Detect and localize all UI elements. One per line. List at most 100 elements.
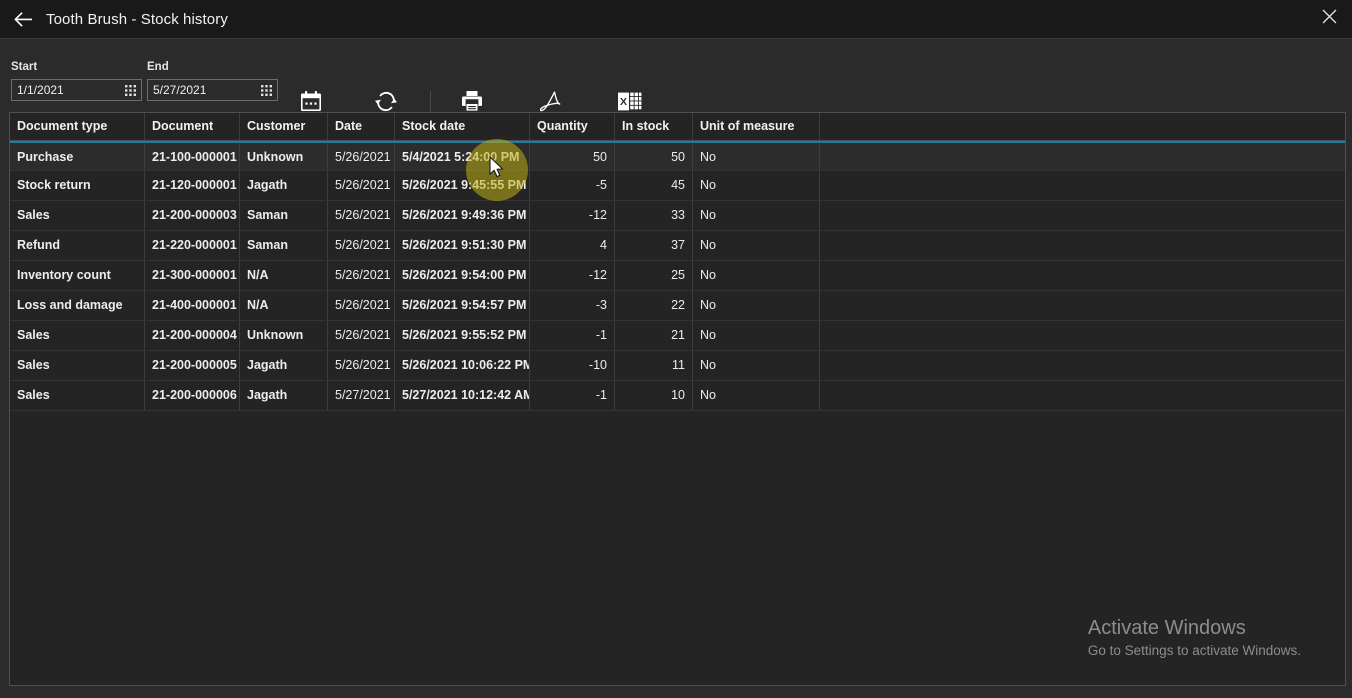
grid-header-row: Document type Document Customer Date Sto… [10, 113, 1345, 141]
cell-stock-date: 5/26/2021 9:54:00 PM [395, 261, 530, 290]
cell-date: 5/27/2021 [328, 381, 395, 410]
window-title: Tooth Brush - Stock history [46, 10, 228, 28]
calendar-grid-icon[interactable] [119, 80, 141, 100]
cell-quantity: -1 [530, 381, 615, 410]
cell-quantity: -12 [530, 201, 615, 230]
cell-document-type: Sales [10, 201, 145, 230]
end-date-label: End [147, 61, 169, 73]
cell-stock-date: 5/26/2021 9:54:57 PM [395, 291, 530, 320]
cell-document-type: Purchase [10, 143, 145, 170]
column-header-in-stock[interactable]: In stock [615, 113, 693, 140]
cell-customer: Saman [240, 231, 328, 260]
cell-filler [820, 381, 1345, 410]
cell-document: 21-200-000006 [145, 381, 240, 410]
cell-filler [820, 171, 1345, 200]
cell-unit-of-measure: No [693, 231, 820, 260]
cell-document: 21-400-000001 [145, 291, 240, 320]
cell-in-stock: 45 [615, 171, 693, 200]
end-date-value: 5/27/2021 [153, 83, 207, 97]
back-button[interactable] [0, 0, 46, 38]
close-icon [1322, 9, 1337, 29]
cell-document-type: Stock return [10, 171, 145, 200]
cell-unit-of-measure: No [693, 351, 820, 380]
cell-document: 21-120-000001 [145, 171, 240, 200]
start-date-value: 1/1/2021 [17, 83, 64, 97]
cell-customer: Jagath [240, 171, 328, 200]
cell-date: 5/26/2021 [328, 351, 395, 380]
end-date-field-group: End 5/27/2021 [147, 61, 278, 101]
cell-date: 5/26/2021 [328, 231, 395, 260]
cell-in-stock: 11 [615, 351, 693, 380]
stock-history-grid: Document type Document Customer Date Sto… [9, 112, 1346, 686]
start-date-input[interactable]: 1/1/2021 [11, 79, 142, 101]
table-row[interactable]: Refund 21-220-000001 Saman 5/26/2021 5/2… [10, 231, 1345, 261]
cell-document-type: Refund [10, 231, 145, 260]
pdf-icon [508, 87, 592, 115]
cell-in-stock: 50 [615, 143, 693, 170]
cell-filler [820, 201, 1345, 230]
table-row[interactable]: Sales 21-200-000005 Jagath 5/26/2021 5/2… [10, 351, 1345, 381]
cell-in-stock: 37 [615, 231, 693, 260]
cell-date: 5/26/2021 [328, 261, 395, 290]
table-row[interactable]: Purchase 21-100-000001 Unknown 5/26/2021… [10, 141, 1345, 171]
toolbar: Start 1/1/2021 End 5/27/2021 X [0, 39, 1352, 137]
cell-document-type: Loss and damage [10, 291, 145, 320]
column-header-document-type[interactable]: Document type [10, 113, 145, 140]
cell-quantity: -3 [530, 291, 615, 320]
cell-stock-date: 5/26/2021 9:51:30 PM [395, 231, 530, 260]
cell-customer: Saman [240, 201, 328, 230]
cell-customer: Unknown [240, 143, 328, 170]
cell-stock-date: 5/26/2021 10:06:22 PM [395, 351, 530, 380]
cell-unit-of-measure: No [693, 261, 820, 290]
cell-quantity: 4 [530, 231, 615, 260]
cell-customer: Unknown [240, 321, 328, 350]
cell-stock-date: 5/26/2021 9:45:55 PM [395, 171, 530, 200]
cell-filler [820, 321, 1345, 350]
cell-quantity: -1 [530, 321, 615, 350]
cell-date: 5/26/2021 [328, 143, 395, 170]
table-row[interactable]: Sales 21-200-000004 Unknown 5/26/2021 5/… [10, 321, 1345, 351]
cell-quantity: -5 [530, 171, 615, 200]
column-header-document[interactable]: Document [145, 113, 240, 140]
cell-date: 5/26/2021 [328, 201, 395, 230]
table-row[interactable]: Sales 21-200-000006 Jagath 5/27/2021 5/2… [10, 381, 1345, 411]
cell-filler [820, 261, 1345, 290]
cell-customer: Jagath [240, 381, 328, 410]
cell-document: 21-220-000001 [145, 231, 240, 260]
table-row[interactable]: Stock return 21-120-000001 Jagath 5/26/2… [10, 171, 1345, 201]
column-header-date[interactable]: Date [328, 113, 395, 140]
cell-date: 5/26/2021 [328, 291, 395, 320]
end-date-input[interactable]: 5/27/2021 [147, 79, 278, 101]
table-row[interactable]: Sales 21-200-000003 Saman 5/26/2021 5/26… [10, 201, 1345, 231]
cell-unit-of-measure: No [693, 143, 820, 170]
start-date-field-group: Start 1/1/2021 [11, 61, 142, 101]
cell-stock-date: 5/26/2021 9:49:36 PM [395, 201, 530, 230]
close-button[interactable] [1306, 0, 1352, 38]
cell-in-stock: 22 [615, 291, 693, 320]
cell-in-stock: 25 [615, 261, 693, 290]
cell-customer: N/A [240, 261, 328, 290]
cell-quantity: -12 [530, 261, 615, 290]
cell-unit-of-measure: No [693, 381, 820, 410]
cell-unit-of-measure: No [693, 291, 820, 320]
table-row[interactable]: Loss and damage 21-400-000001 N/A 5/26/2… [10, 291, 1345, 321]
table-row[interactable]: Inventory count 21-300-000001 N/A 5/26/2… [10, 261, 1345, 291]
column-header-unit-of-measure[interactable]: Unit of measure [693, 113, 820, 140]
cell-filler [820, 291, 1345, 320]
grid-body: Purchase 21-100-000001 Unknown 5/26/2021… [10, 141, 1345, 411]
cell-unit-of-measure: No [693, 321, 820, 350]
column-header-filler [820, 113, 1345, 140]
cell-document: 21-200-000003 [145, 201, 240, 230]
column-header-quantity[interactable]: Quantity [530, 113, 615, 140]
column-header-stock-date[interactable]: Stock date [395, 113, 530, 140]
cell-document: 21-200-000004 [145, 321, 240, 350]
cell-stock-date: 5/4/2021 5:24:00 PM [395, 143, 530, 170]
cell-date: 5/26/2021 [328, 171, 395, 200]
cell-unit-of-measure: No [693, 171, 820, 200]
column-header-customer[interactable]: Customer [240, 113, 328, 140]
cell-document: 21-100-000001 [145, 143, 240, 170]
start-date-label: Start [11, 61, 38, 73]
cell-filler [820, 351, 1345, 380]
svg-text:X: X [619, 96, 626, 108]
title-bar: Tooth Brush - Stock history [0, 0, 1352, 38]
